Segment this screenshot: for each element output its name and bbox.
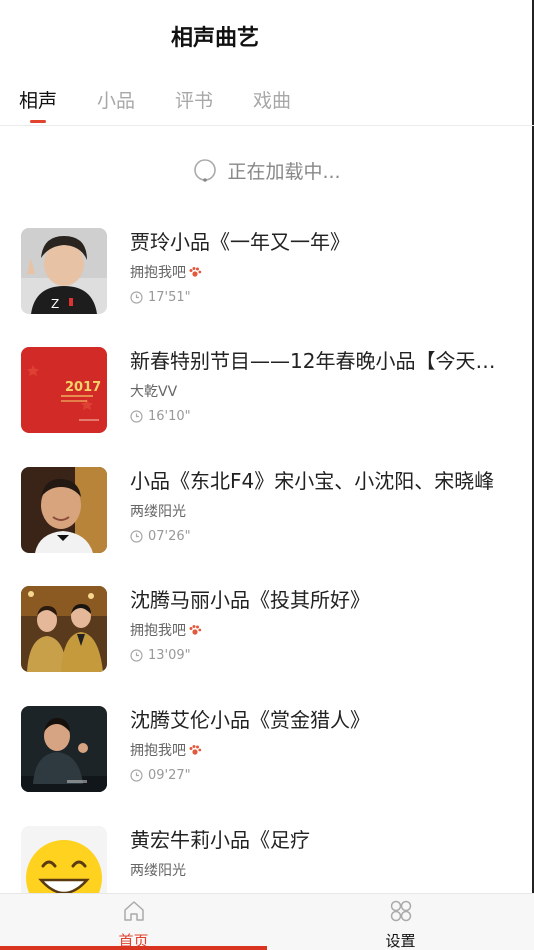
settings-grid-icon [390, 900, 411, 922]
paw-icon [189, 745, 202, 755]
tab-xiangsheng[interactable]: 相声 [19, 86, 57, 113]
active-tab-indicator [30, 120, 46, 123]
duration-text: 09'27" [148, 768, 191, 783]
item-author: 拥抱我吧 [130, 262, 202, 282]
thumb-year-text: 2017 [65, 380, 101, 395]
list-item[interactable]: 黄宏牛莉小品《足疗 两缕阳光 [0, 826, 534, 893]
video-thumbnail [21, 706, 107, 792]
clock-icon [130, 530, 143, 543]
app-header: 相声曲艺 [0, 0, 534, 70]
item-author: 两缕阳光 [130, 860, 186, 880]
duration-text: 17'51" [148, 290, 191, 305]
loading-text: 正在加载中... [227, 160, 341, 183]
list-item[interactable]: 沈腾马丽小品《投其所好》 拥抱我吧 13'09" [0, 586, 534, 676]
bottom-navigation: 首页 设置 [0, 893, 534, 950]
item-author: 拥抱我吧 [130, 620, 202, 640]
item-title: 小品《东北F4》宋小宝、小沈阳、宋晓峰 [130, 469, 495, 493]
author-name: 拥抱我吧 [130, 743, 186, 759]
home-icon [123, 901, 144, 921]
duration-text: 16'10" [148, 409, 191, 424]
clock-icon [130, 769, 143, 782]
page-title: 相声曲艺 [170, 26, 259, 51]
paw-icon [189, 267, 202, 277]
author-name: 拥抱我吧 [130, 265, 186, 281]
video-thumbnail [21, 467, 107, 553]
loading-indicator: 正在加载中... [0, 152, 534, 188]
list-item[interactable]: 2017 新春特别节目——12年春晚小品【今天要… 大乾VV 16'10" [0, 347, 534, 437]
tab-xiqu[interactable]: 戏曲 [253, 86, 291, 113]
svg-text:Z: Z [51, 297, 59, 311]
nav-home[interactable]: 首页 [0, 894, 267, 950]
item-duration: 17'51" [130, 290, 191, 305]
video-thumbnail [21, 586, 107, 672]
clock-icon [130, 410, 143, 423]
item-author: 两缕阳光 [130, 501, 186, 521]
video-thumbnail [21, 826, 107, 893]
item-duration: 09'27" [130, 768, 191, 783]
duration-text: 07'26" [148, 529, 191, 544]
item-title: 沈腾马丽小品《投其所好》 [130, 588, 370, 612]
video-list: Z 贾玲小品《一年又一年》 拥抱我吧 17'51" 2017 新春特别节目——1… [0, 228, 534, 893]
item-duration: 16'10" [130, 409, 191, 424]
list-item[interactable]: Z 贾玲小品《一年又一年》 拥抱我吧 17'51" [0, 228, 534, 318]
tab-xiaopin[interactable]: 小品 [97, 86, 135, 113]
item-title: 沈腾艾伦小品《赏金猎人》 [130, 708, 370, 732]
author-name: 两缕阳光 [130, 504, 186, 520]
author-name: 拥抱我吧 [130, 623, 186, 639]
active-nav-indicator [0, 946, 267, 950]
nav-settings[interactable]: 设置 [267, 894, 534, 950]
tab-pingshu[interactable]: 评书 [175, 86, 213, 113]
clock-icon [130, 649, 143, 662]
paw-icon [189, 625, 202, 635]
item-duration: 13'09" [130, 648, 191, 663]
item-duration: 07'26" [130, 529, 191, 544]
author-name: 大乾VV [130, 384, 178, 400]
video-thumbnail: 2017 [21, 347, 107, 433]
list-item[interactable]: 沈腾艾伦小品《赏金猎人》 拥抱我吧 09'27" [0, 706, 534, 796]
item-author: 拥抱我吧 [130, 740, 202, 760]
duration-text: 13'09" [148, 648, 191, 663]
video-thumbnail: Z [21, 228, 107, 314]
nav-settings-label: 设置 [385, 932, 416, 950]
author-name: 两缕阳光 [130, 863, 186, 879]
item-author: 大乾VV [130, 381, 177, 401]
clock-icon [130, 291, 143, 304]
item-title: 黄宏牛莉小品《足疗 [130, 828, 310, 852]
category-tabs: 相声 小品 评书 戏曲 [0, 78, 534, 126]
item-title: 新春特别节目——12年春晚小品【今天要… [130, 349, 500, 373]
item-title: 贾玲小品《一年又一年》 [130, 230, 350, 254]
spinner-icon [194, 159, 217, 182]
list-item[interactable]: 小品《东北F4》宋小宝、小沈阳、宋晓峰 两缕阳光 07'26" [0, 467, 534, 557]
